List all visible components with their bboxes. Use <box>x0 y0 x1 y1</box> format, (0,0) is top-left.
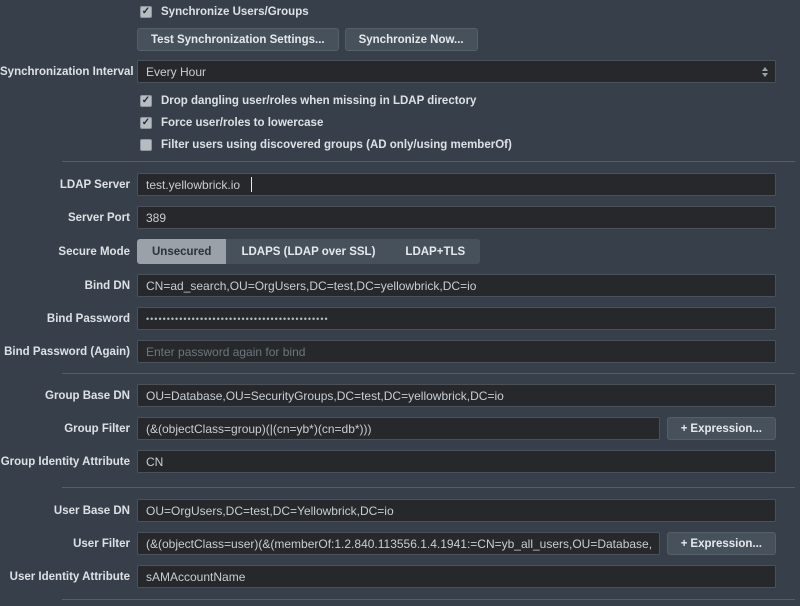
drop-dangling-label: Drop dangling user/roles when missing in… <box>161 95 476 107</box>
text-caret <box>251 177 252 192</box>
filter-users-discovered-groups-label: Filter users using discovered groups (AD… <box>161 139 512 151</box>
secure-mode-ldap-tls-button[interactable]: LDAP+TLS <box>390 239 480 264</box>
drop-dangling-option[interactable]: ✓ Drop dangling user/roles when missing … <box>140 95 800 107</box>
bind-password-row: Bind Password <box>0 307 800 330</box>
ldap-server-input[interactable] <box>137 173 776 196</box>
bind-dn-row: Bind DN <box>0 274 800 297</box>
force-lowercase-label: Force user/roles to lowercase <box>161 117 323 129</box>
plus-icon: + <box>681 538 688 550</box>
user-expression-button-label: Expression... <box>690 538 762 550</box>
synchronize-now-button[interactable]: Synchronize Now... <box>345 28 478 51</box>
user-base-dn-label: User Base DN <box>0 505 130 517</box>
server-port-row: Server Port <box>0 206 800 229</box>
group-filter-row: Group Filter +Expression... <box>0 417 800 440</box>
bind-password-input[interactable] <box>137 307 776 330</box>
group-base-dn-row: Group Base DN <box>0 384 800 407</box>
user-filter-label: User Filter <box>0 538 130 550</box>
bind-dn-input[interactable] <box>137 274 776 297</box>
server-port-label: Server Port <box>0 212 130 224</box>
ldap-server-row: LDAP Server <box>0 173 800 196</box>
section-divider <box>62 599 795 600</box>
checkbox-icon[interactable]: ✓ <box>140 139 152 151</box>
group-identity-attribute-row: Group Identity Attribute <box>0 450 800 473</box>
group-filter-input[interactable] <box>137 417 660 440</box>
user-identity-attribute-label: User Identity Attribute <box>0 571 130 583</box>
checkbox-icon[interactable]: ✓ <box>140 6 152 18</box>
section-divider <box>62 161 795 162</box>
synchronization-interval-label: Synchronization Interval <box>0 66 130 78</box>
user-expression-button[interactable]: +Expression... <box>667 532 776 555</box>
bind-password-label: Bind Password <box>0 313 130 325</box>
section-divider <box>62 487 795 488</box>
user-identity-attribute-input[interactable] <box>137 565 776 588</box>
checkmark-icon: ✓ <box>142 118 150 128</box>
checkbox-icon[interactable]: ✓ <box>140 95 152 107</box>
synchronize-users-groups-label: Synchronize Users/Groups <box>161 6 309 18</box>
checkmark-icon: ✓ <box>142 7 150 17</box>
user-filter-input[interactable] <box>137 532 660 555</box>
test-synchronization-settings-button[interactable]: Test Synchronization Settings... <box>137 28 339 51</box>
secure-mode-unsecured-button[interactable]: Unsecured <box>137 239 226 264</box>
section-divider <box>62 373 795 374</box>
secure-mode-row: Secure Mode Unsecured LDAPS (LDAP over S… <box>0 239 800 264</box>
server-port-input[interactable] <box>137 206 776 229</box>
synchronize-users-groups-option[interactable]: ✓ Synchronize Users/Groups <box>140 6 800 18</box>
user-base-dn-input[interactable] <box>137 499 776 522</box>
ldap-server-label: LDAP Server <box>0 179 130 191</box>
synchronization-interval-select[interactable]: Every Hour <box>137 60 776 83</box>
bind-dn-label: Bind DN <box>0 280 130 292</box>
filter-users-discovered-groups-option[interactable]: ✓ Filter users using discovered groups (… <box>140 139 800 151</box>
bind-password-again-input[interactable] <box>137 340 776 363</box>
user-filter-row: User Filter +Expression... <box>0 532 800 555</box>
secure-mode-ldaps-button[interactable]: LDAPS (LDAP over SSL) <box>226 239 390 264</box>
secure-mode-label: Secure Mode <box>0 246 130 258</box>
bind-password-again-label: Bind Password (Again) <box>0 346 130 358</box>
checkmark-icon: ✓ <box>142 96 150 106</box>
bind-password-again-row: Bind Password (Again) <box>0 340 800 363</box>
group-expression-button-label: Expression... <box>690 423 762 435</box>
group-filter-label: Group Filter <box>0 423 130 435</box>
force-lowercase-option[interactable]: ✓ Force user/roles to lowercase <box>140 117 800 129</box>
synchronization-interval-row: Synchronization Interval Every Hour <box>0 60 800 83</box>
sync-action-buttons: Test Synchronization Settings... Synchro… <box>137 28 800 51</box>
group-expression-button[interactable]: +Expression... <box>667 417 776 440</box>
group-base-dn-label: Group Base DN <box>0 390 130 402</box>
plus-icon: + <box>681 423 688 435</box>
checkbox-icon[interactable]: ✓ <box>140 117 152 129</box>
group-identity-attribute-input[interactable] <box>137 450 776 473</box>
secure-mode-group: Unsecured LDAPS (LDAP over SSL) LDAP+TLS <box>137 239 480 264</box>
user-base-dn-row: User Base DN <box>0 499 800 522</box>
group-base-dn-input[interactable] <box>137 384 776 407</box>
group-identity-attribute-label: Group Identity Attribute <box>0 456 130 468</box>
user-identity-attribute-row: User Identity Attribute <box>0 565 800 588</box>
